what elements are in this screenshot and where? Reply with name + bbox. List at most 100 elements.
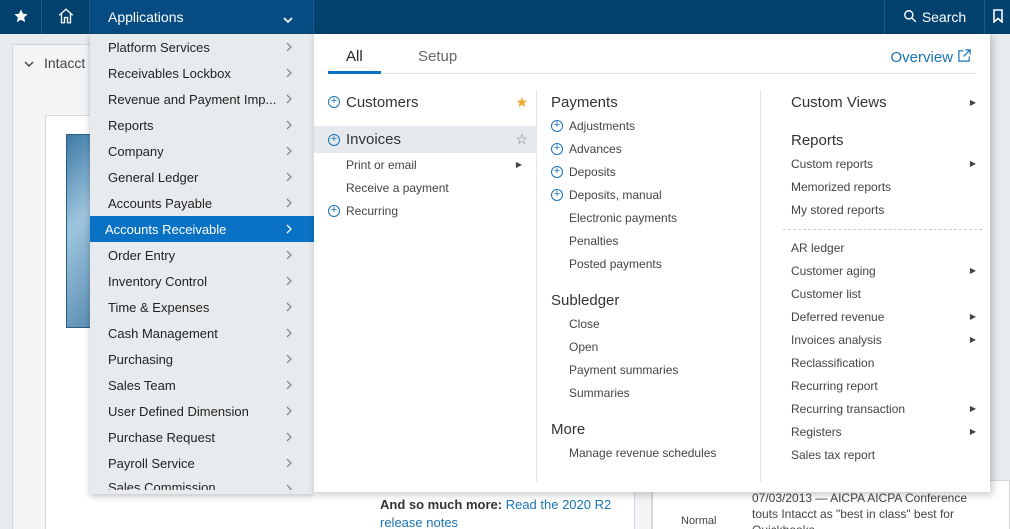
report-item-my-stored-reports[interactable]: My stored reports <box>761 198 990 221</box>
submenu-arrow-icon: ▶ <box>969 427 976 436</box>
payments-item-deposits-manual[interactable]: + Deposits, manual <box>537 183 760 206</box>
app-menu-item-revenue-and-payment-imp[interactable]: Revenue and Payment Imp... <box>90 86 314 112</box>
dashboard-image <box>66 134 92 328</box>
chevron-right-icon <box>286 66 292 81</box>
tab-setup[interactable]: Setup <box>400 48 475 74</box>
app-menu-item-label: General Ledger <box>108 169 199 185</box>
app-menu-item-time-expenses[interactable]: Time & Expenses <box>90 294 314 320</box>
applications-menu-button[interactable]: Applications <box>90 0 314 34</box>
report-item-customer-list[interactable]: Customer list <box>761 282 990 305</box>
payments-header: Payments <box>551 93 618 111</box>
payments-item-posted-payments[interactable]: Posted payments <box>537 252 760 275</box>
add-icon[interactable]: + <box>551 165 563 178</box>
app-menu-item-general-ledger[interactable]: General Ledger <box>90 164 314 190</box>
app-menu-item-accounts-receivable[interactable]: Accounts Receivable <box>90 216 314 242</box>
home-button[interactable] <box>42 0 90 34</box>
subledger-item-label: Open <box>569 339 599 354</box>
submenu-arrow-icon: ▶ <box>969 404 976 413</box>
app-menu-item-cash-management[interactable]: Cash Management <box>90 320 314 346</box>
add-icon[interactable]: + <box>328 133 340 146</box>
favorites-button[interactable] <box>0 0 42 34</box>
report-item-label: Registers <box>791 424 842 439</box>
app-menu-item-purchase-request[interactable]: Purchase Request <box>90 424 314 450</box>
report-item-reclassification[interactable]: Reclassification <box>761 351 990 374</box>
more-text: And so much more: <box>380 497 503 512</box>
app-menu-item-accounts-payable[interactable]: Accounts Payable <box>90 190 314 216</box>
subledger-item-open[interactable]: Open <box>537 335 760 358</box>
payments-item-penalties[interactable]: Penalties <box>537 229 760 252</box>
report-item-ar-ledger[interactable]: AR ledger <box>761 236 990 259</box>
custom-views-item[interactable]: Custom Views ▶ <box>761 90 990 114</box>
customers-item[interactable]: + Customers ★ <box>328 90 528 114</box>
app-menu-item-sales-team[interactable]: Sales Team <box>90 372 314 398</box>
search-label: Search <box>921 9 967 25</box>
chevron-down-icon <box>283 11 293 27</box>
subledger-item-payment-summaries[interactable]: Payment summaries <box>537 358 760 381</box>
payments-item-label: Advances <box>569 141 622 156</box>
app-menu-item-label: Sales Team <box>108 377 176 393</box>
recurring-item[interactable]: + Recurring <box>314 199 536 222</box>
more-item-manage-revenue-schedules[interactable]: Manage revenue schedules <box>537 441 760 464</box>
app-menu-item-inventory-control[interactable]: Inventory Control <box>90 268 314 294</box>
applications-menu: Platform Services Receivables Lockbox Reve… <box>90 34 314 494</box>
chevron-right-icon <box>286 430 292 445</box>
add-icon[interactable]: + <box>328 96 340 108</box>
star-outline-icon[interactable]: ☆ <box>515 131 528 148</box>
bookmark-button[interactable] <box>984 0 1010 34</box>
report-item-sales-tax-report[interactable]: Sales tax report <box>761 443 990 466</box>
app-menu-item-label: Platform Services <box>108 39 210 55</box>
report-item-recurring-transaction[interactable]: Recurring transaction ▶ <box>761 397 990 420</box>
subledger-item-close[interactable]: Close <box>537 312 760 335</box>
report-item-label: Sales tax report <box>791 447 876 462</box>
payments-item-electronic-payments[interactable]: Electronic payments <box>537 206 760 229</box>
app-menu-item-sales-commission[interactable]: Sales Commission <box>90 476 314 490</box>
report-item-deferred-revenue[interactable]: Deferred revenue ▶ <box>761 305 990 328</box>
subledger-item-label: Summaries <box>569 385 630 400</box>
payments-item-advances[interactable]: + Advances <box>537 137 760 160</box>
add-icon[interactable]: + <box>551 188 563 201</box>
search-button[interactable]: Search <box>884 0 984 34</box>
add-icon[interactable]: + <box>551 142 563 155</box>
submenu-arrow-icon: ▶ <box>515 160 522 169</box>
app-menu-item-payroll-service[interactable]: Payroll Service <box>90 450 314 476</box>
overview-link[interactable]: Overview <box>890 48 972 67</box>
print-or-email-item[interactable]: Print or email ▶ <box>314 153 536 176</box>
add-icon[interactable]: + <box>328 204 340 217</box>
subledger-header: Subledger <box>551 291 620 309</box>
report-item-customer-aging[interactable]: Customer aging ▶ <box>761 259 990 282</box>
app-menu-item-receivables-lockbox[interactable]: Receivables Lockbox <box>90 60 314 86</box>
report-item-registers[interactable]: Registers ▶ <box>761 420 990 443</box>
app-menu-item-label: Accounts Receivable <box>105 221 227 237</box>
payments-item-deposits[interactable]: + Deposits <box>537 160 760 183</box>
chevron-right-icon <box>286 326 292 341</box>
report-item-label: My stored reports <box>791 202 885 217</box>
more-header: More <box>551 420 586 438</box>
payments-item-adjustments[interactable]: + Adjustments <box>537 114 760 137</box>
chevron-right-icon <box>286 300 292 315</box>
app-menu-item-user-defined-dimension[interactable]: User Defined Dimension <box>90 398 314 424</box>
flyout-column-payments: Payments + Adjustments + Advances + Deposits + D… <box>536 90 760 482</box>
app-menu-item-label: Time & Expenses <box>108 299 210 315</box>
subledger-item-label: Payment summaries <box>569 362 679 377</box>
report-item-label: Customer list <box>791 286 862 301</box>
report-item-label: Deferred revenue <box>791 309 885 324</box>
subledger-item-summaries[interactable]: Summaries <box>537 381 760 404</box>
app-menu-item-reports[interactable]: Reports <box>90 112 314 138</box>
favorite-star-icon[interactable]: ★ <box>515 94 528 111</box>
app-menu-item-purchasing[interactable]: Purchasing <box>90 346 314 372</box>
app-menu-item-order-entry[interactable]: Order Entry <box>90 242 314 268</box>
report-item-label: Memorized reports <box>791 179 892 194</box>
report-item-memorized-reports[interactable]: Memorized reports <box>761 175 990 198</box>
report-item-custom-reports[interactable]: Custom reports ▶ <box>761 152 990 175</box>
report-item-invoices-analysis[interactable]: Invoices analysis ▶ <box>761 328 990 351</box>
app-menu-item-company[interactable]: Company <box>90 138 314 164</box>
add-icon[interactable]: + <box>551 119 563 132</box>
tab-all[interactable]: All <box>328 48 381 74</box>
invoices-item[interactable]: + Invoices ☆ <box>314 126 536 153</box>
chevron-right-icon <box>286 40 292 55</box>
app-menu-item-platform-services[interactable]: Platform Services <box>90 34 314 60</box>
receive-payment-item[interactable]: Receive a payment <box>314 176 536 199</box>
reports-divider <box>783 229 982 230</box>
report-item-recurring-report[interactable]: Recurring report <box>761 374 990 397</box>
chevron-right-icon <box>286 248 292 263</box>
